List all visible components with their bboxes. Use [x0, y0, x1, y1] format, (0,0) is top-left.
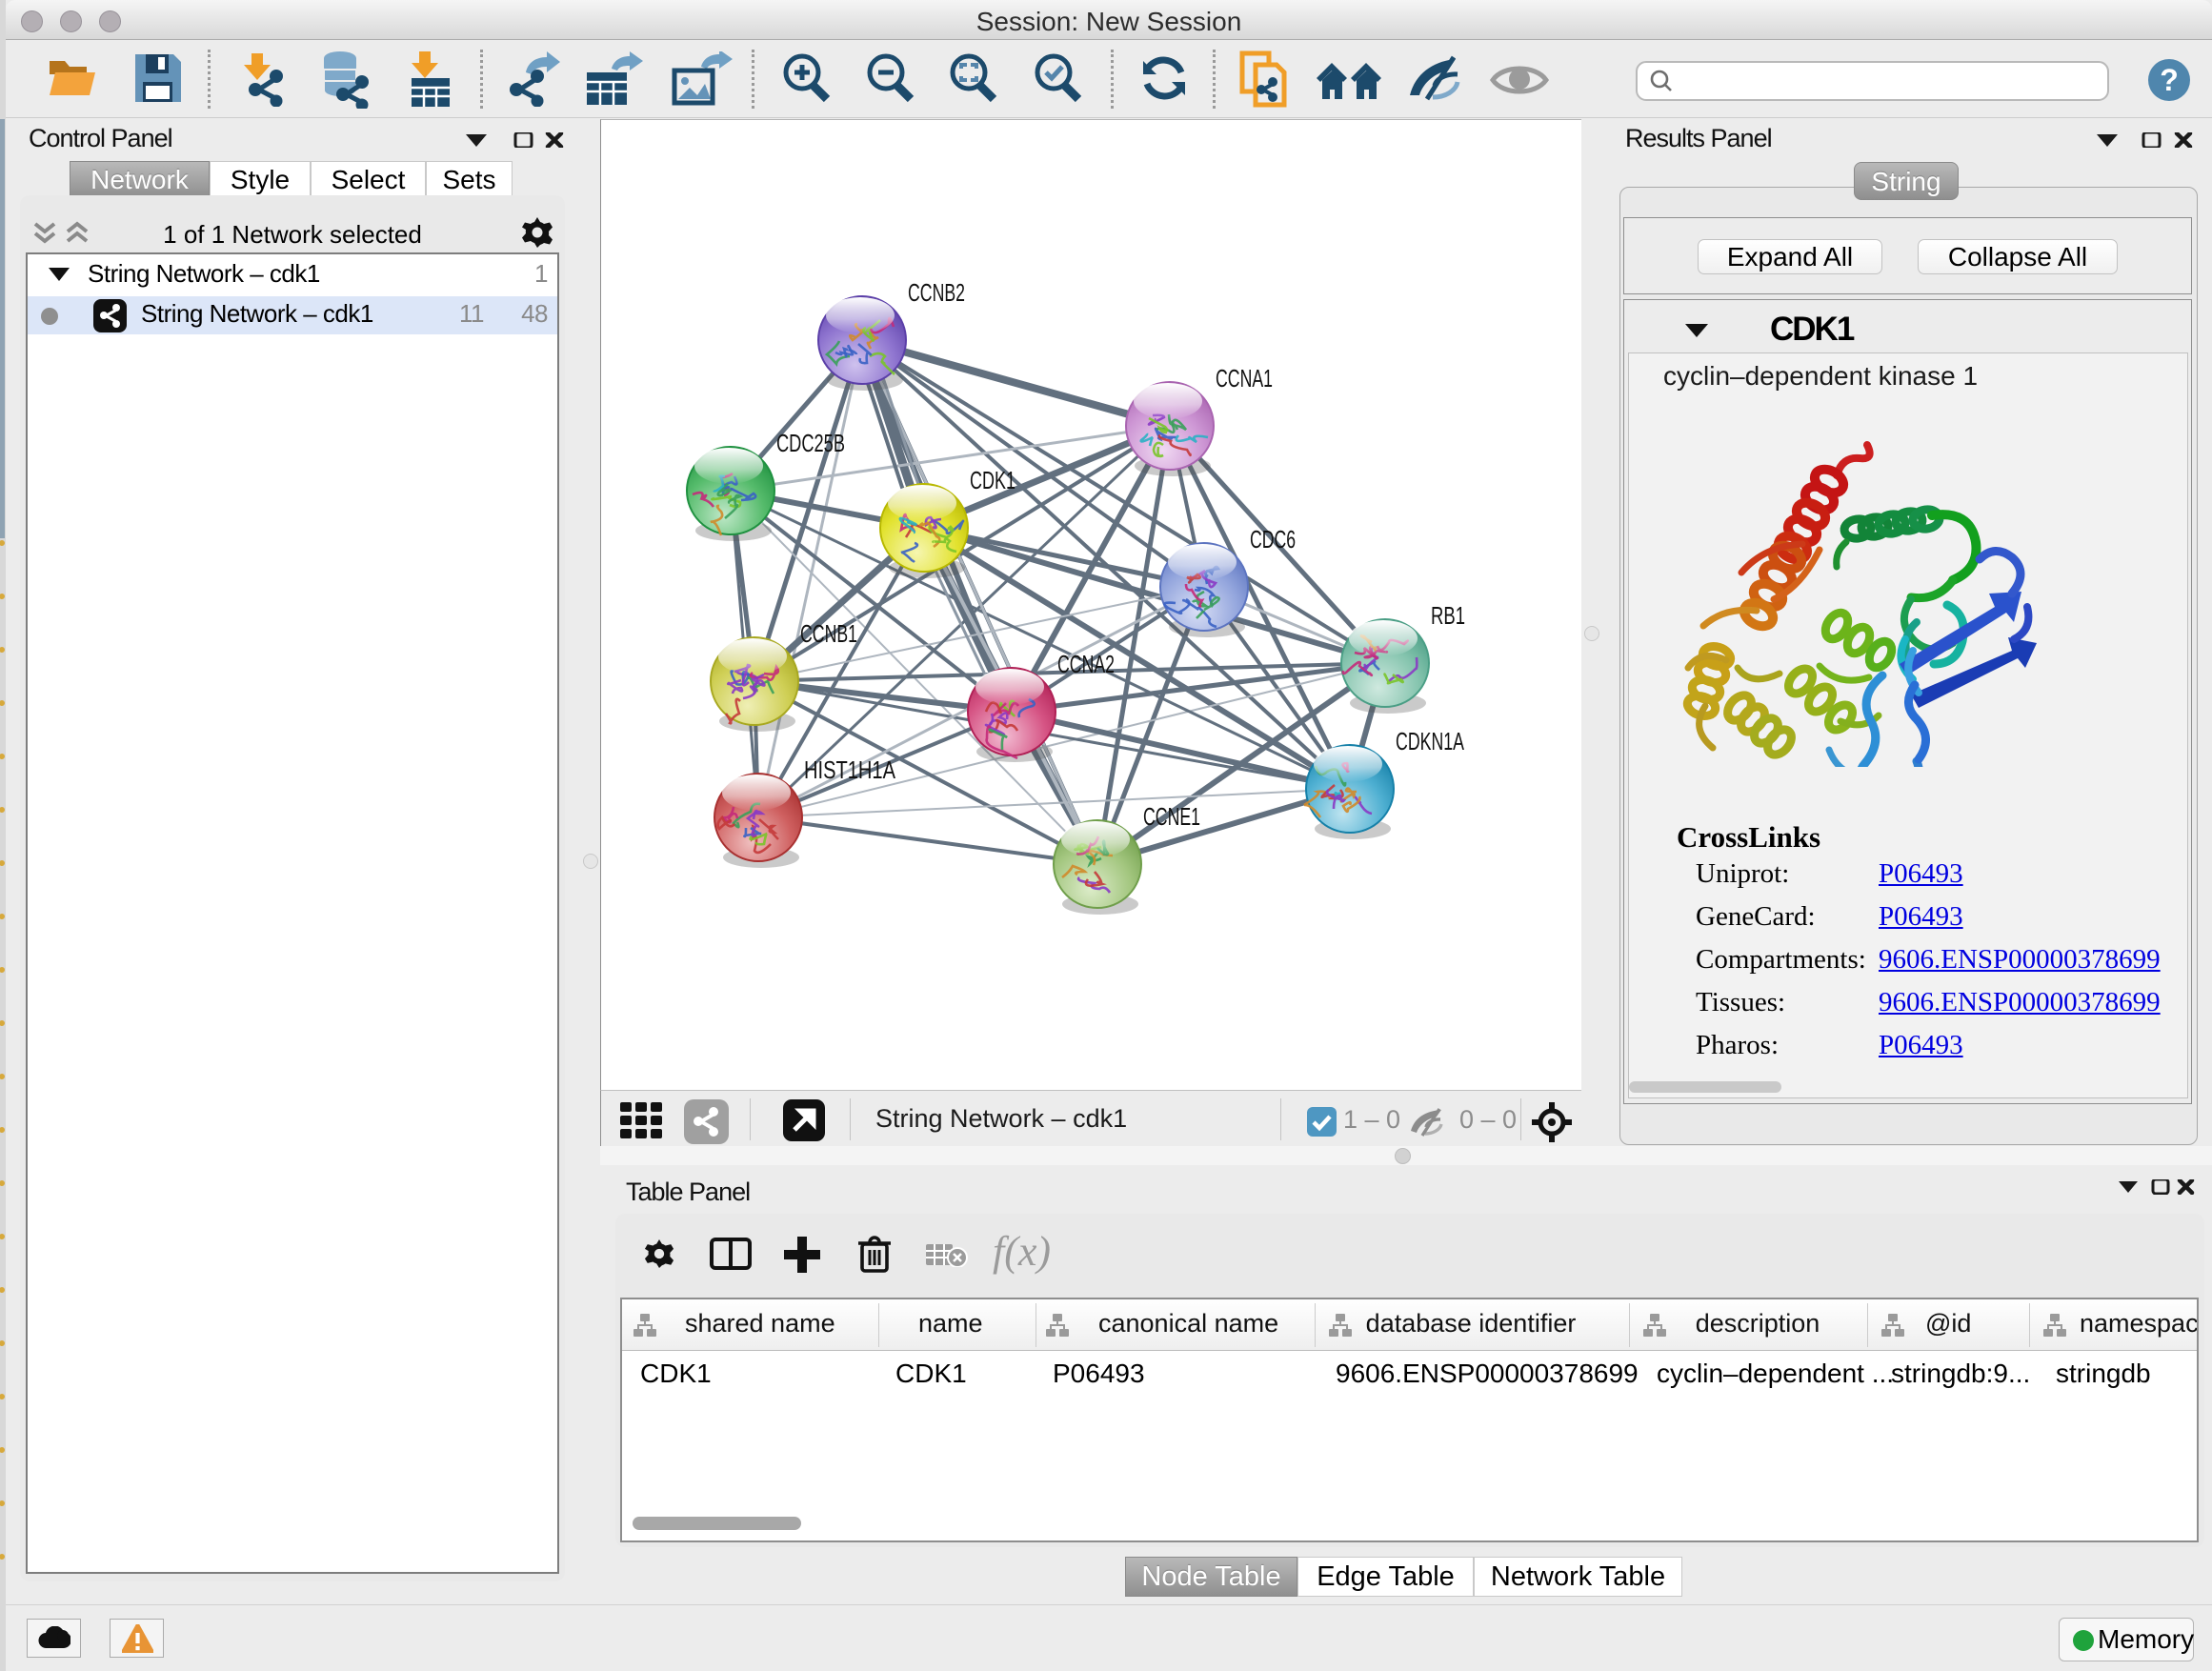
- svg-text:?: ?: [2160, 63, 2179, 97]
- svg-text:HIST1H1A: HIST1H1A: [804, 755, 896, 784]
- svg-text:CCNB2: CCNB2: [908, 278, 965, 307]
- svg-text:CDC25B: CDC25B: [776, 429, 845, 457]
- svg-text:CDKN1A: CDKN1A: [1396, 727, 1464, 755]
- svg-text:CCNB1: CCNB1: [800, 619, 857, 648]
- svg-text:CDC6: CDC6: [1250, 525, 1296, 554]
- svg-text:CCNA2: CCNA2: [1057, 650, 1115, 678]
- svg-text:CDK1: CDK1: [970, 466, 1016, 494]
- svg-text:CCNE1: CCNE1: [1143, 802, 1200, 831]
- svg-text:RB1: RB1: [1431, 601, 1465, 630]
- svg-text:CCNA1: CCNA1: [1216, 364, 1273, 393]
